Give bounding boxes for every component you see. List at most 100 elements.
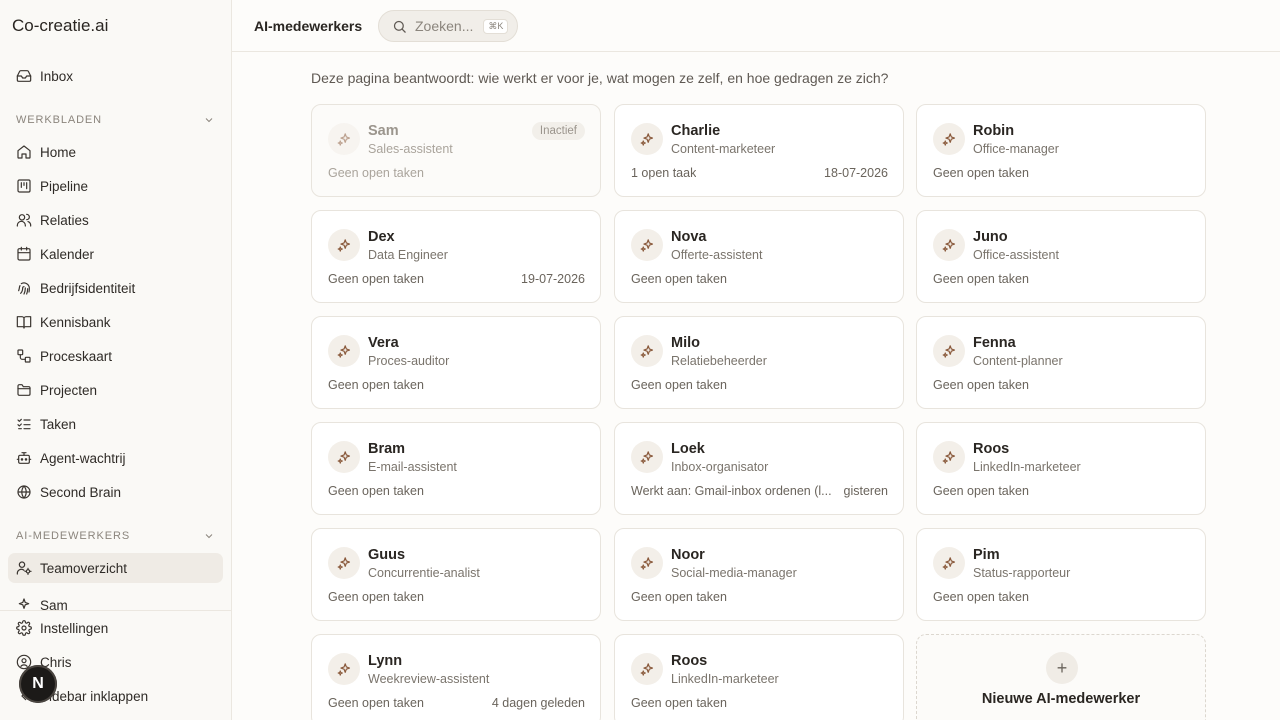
task-status: 1 open taak (631, 166, 697, 180)
employee-role: Status-rapporteur (973, 566, 1071, 580)
employee-role: Weekreview-assistent (368, 672, 490, 686)
sidebar-scroll-area[interactable]: Sam (0, 588, 231, 610)
sidebar-item-home[interactable]: Home (8, 137, 223, 167)
employee-card[interactable]: Lynn Weekreview-assistent Geen open taken 4… (311, 634, 601, 720)
section-werkbladen[interactable]: WERKBLADEN (16, 114, 216, 126)
sparkles-icon (942, 556, 955, 570)
sidebar-divider (0, 610, 231, 611)
employee-card[interactable]: Loek Inbox-organisator Werkt aan: Gmail-in… (614, 422, 904, 515)
dev-tools-badge[interactable]: N (19, 665, 57, 703)
employee-role: Office-assistent (973, 248, 1059, 262)
avatar (328, 335, 360, 367)
new-ai-employee-card[interactable]: + Nieuwe AI-medewerker (916, 634, 1206, 720)
employee-card[interactable]: Vera Proces-auditor Geen open taken (311, 316, 601, 409)
sparkles-icon (942, 238, 955, 252)
task-status: Geen open taken (328, 272, 424, 286)
employee-name: Vera (368, 335, 399, 351)
employee-role: Content-planner (973, 354, 1063, 368)
employee-role: E-mail-assistent (368, 460, 457, 474)
sidebar-item-taken[interactable]: Taken (8, 409, 223, 439)
employee-card[interactable]: Charlie Content-marketeer 1 open taak 18-07… (614, 104, 904, 197)
app-title[interactable]: Co-creatie.ai (12, 16, 108, 36)
inbox-icon (16, 70, 32, 82)
search-placeholder: Zoeken... (415, 18, 474, 34)
bot-icon (16, 452, 32, 464)
last-activity: 18-07-2026 (824, 166, 888, 180)
calendar-icon (17, 246, 31, 261)
sidebar-item-kennisbank[interactable]: Kennisbank (8, 307, 223, 337)
last-activity: gisteren (843, 484, 888, 498)
employee-card[interactable]: Noor Social-media-manager Geen open taken (614, 528, 904, 621)
sidebar-item-agent-wachtrij[interactable]: Agent-wachtrij (8, 443, 223, 473)
sidebar: Co-creatie.ai Inbox WERKBLADEN Home Pipel… (0, 0, 232, 720)
sidebar-item-bedrijfsidentiteit[interactable]: Bedrijfsidentiteit (8, 273, 223, 303)
sparkles-icon (337, 344, 350, 358)
search-shortcut: ⌘K (483, 18, 509, 34)
sparkles-icon (640, 132, 653, 146)
task-status: Geen open taken (933, 590, 1029, 604)
employee-name: Fenna (973, 335, 1016, 351)
task-status: Geen open taken (631, 590, 727, 604)
sidebar-item-label: Kalender (40, 246, 95, 262)
avatar (631, 441, 663, 473)
employee-card[interactable]: Guus Concurrentie-analist Geen open taken (311, 528, 601, 621)
home-icon (17, 145, 31, 159)
employee-card[interactable]: Robin Office-manager Geen open taken (916, 104, 1206, 197)
task-status: Geen open taken (631, 696, 727, 710)
sparkles-icon (337, 556, 350, 570)
employee-card[interactable]: Nova Offerte-assistent Geen open taken (614, 210, 904, 303)
sidebar-item-kalender[interactable]: Kalender (8, 239, 223, 269)
employee-role: Proces-auditor (368, 354, 450, 368)
sidebar-item-projecten[interactable]: Projecten (8, 375, 223, 405)
sparkles-icon (337, 238, 350, 252)
employee-role: LinkedIn-marketeer (671, 672, 779, 686)
avatar (328, 229, 360, 261)
sidebar-item-second-brain[interactable]: Second Brain (8, 477, 223, 507)
section-ai-label: AI-MEDEWERKERS (16, 530, 131, 542)
avatar (328, 653, 360, 685)
gear-icon (16, 620, 32, 636)
employee-name: Loek (671, 441, 705, 457)
employee-name: Robin (973, 123, 1015, 139)
section-ai-medewerkers[interactable]: AI-MEDEWERKERS (16, 530, 216, 542)
sidebar-item-teamoverzicht[interactable]: Teamoverzicht (8, 553, 223, 583)
sidebar-item-inbox[interactable]: Inbox (8, 61, 223, 91)
sidebar-item-instellingen[interactable]: Instellingen (8, 613, 223, 643)
task-status: Geen open taken (933, 484, 1029, 498)
sidebar-item-pipeline[interactable]: Pipeline (8, 171, 223, 201)
avatar (933, 335, 965, 367)
task-status: Geen open taken (328, 166, 424, 180)
sidebar-item-sam[interactable]: Sam (8, 590, 223, 610)
employee-card[interactable]: Roos LinkedIn-marketeer Geen open taken (916, 422, 1206, 515)
new-ai-employee-label: Nieuwe AI-medewerker (981, 691, 1141, 707)
employee-role: Inbox-organisator (671, 460, 769, 474)
sidebar-item-relaties[interactable]: Relaties (8, 205, 223, 235)
chevron-down-icon[interactable] (203, 530, 215, 542)
status-badge: Inactief (531, 122, 585, 140)
book-icon (16, 316, 32, 329)
employee-card[interactable]: Pim Status-rapporteur Geen open taken (916, 528, 1206, 621)
search-input[interactable]: Zoeken... ⌘K (378, 10, 518, 42)
sidebar-item-label: Relaties (40, 212, 89, 228)
employee-card[interactable]: Dex Data Engineer Geen open taken 19-07-202… (311, 210, 601, 303)
list-checks-icon (17, 418, 31, 430)
employee-card[interactable]: Bram E-mail-assistent Geen open taken (311, 422, 601, 515)
avatar (631, 123, 663, 155)
top-header: AI-medewerkers Zoeken... ⌘K (232, 0, 1280, 52)
chevron-down-icon[interactable] (203, 114, 215, 126)
collapse-label: Sidebar inklappen (40, 688, 149, 704)
employee-card[interactable]: Fenna Content-planner Geen open taken (916, 316, 1206, 409)
employee-name: Roos (671, 653, 708, 669)
employee-card[interactable]: Juno Office-assistent Geen open taken (916, 210, 1206, 303)
employee-card[interactable]: Sam Sales-assistent Geen open taken Inactie… (311, 104, 601, 197)
employee-name: Noor (671, 547, 705, 563)
workflow-icon (17, 349, 31, 363)
employee-card[interactable]: Milo Relatiebeheerder Geen open taken (614, 316, 904, 409)
sparkles-icon (18, 598, 30, 609)
employee-name: Bram (368, 441, 406, 457)
sidebar-item-proceskaart[interactable]: Proceskaart (8, 341, 223, 371)
avatar (933, 123, 965, 155)
employee-card[interactable]: Roos LinkedIn-marketeer Geen open taken (614, 634, 904, 720)
task-status: Geen open taken (933, 166, 1029, 180)
employee-role: Sales-assistent (368, 142, 453, 156)
